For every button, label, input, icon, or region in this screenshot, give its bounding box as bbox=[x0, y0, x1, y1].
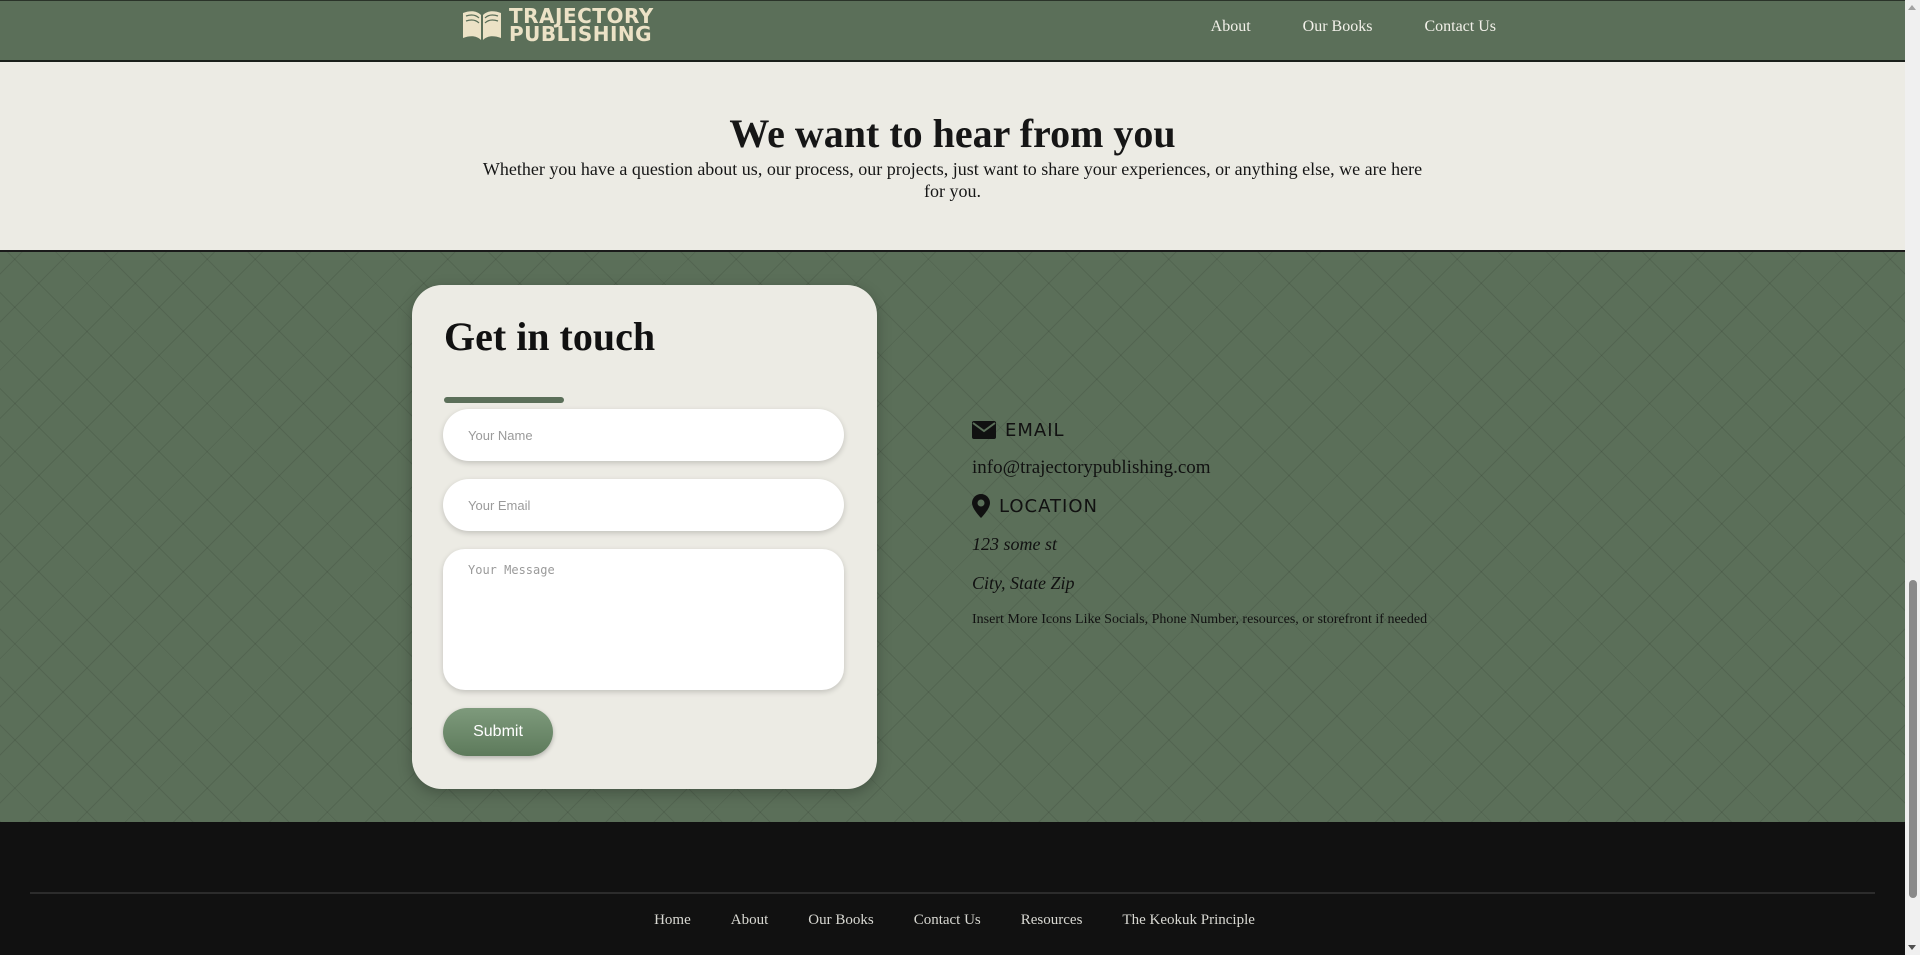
message-textarea[interactable] bbox=[443, 549, 844, 690]
location-label: LOCATION bbox=[999, 495, 1098, 517]
footer-link-resources[interactable]: Resources bbox=[1021, 912, 1083, 929]
email-label: EMAIL bbox=[1005, 419, 1065, 441]
scroll-up-arrow-icon[interactable] bbox=[1908, 5, 1916, 10]
contact-form-card: Get in touch Submit bbox=[412, 285, 877, 789]
email-field-wrapper bbox=[443, 479, 844, 531]
nav-link-our-books[interactable]: Our Books bbox=[1303, 18, 1373, 36]
email-heading: EMAIL bbox=[972, 416, 1427, 444]
footer-link-contact-us[interactable]: Contact Us bbox=[914, 912, 981, 929]
contact-section: Get in touch Submit EMAIL info@trajector… bbox=[0, 252, 1905, 822]
nav-link-about[interactable]: About bbox=[1211, 18, 1251, 36]
title-underline bbox=[444, 397, 564, 403]
page-scrollbar[interactable] bbox=[1905, 0, 1920, 955]
scroll-down-arrow-icon[interactable] bbox=[1908, 945, 1916, 950]
submit-button[interactable]: Submit bbox=[443, 708, 553, 756]
main-nav: About Our Books Contact Us bbox=[1211, 18, 1496, 36]
map-pin-icon bbox=[972, 494, 990, 518]
logo-text: TRAJECTORY PUBLISHING bbox=[509, 6, 654, 46]
scrollbar-thumb[interactable] bbox=[1909, 580, 1917, 898]
footer-nav: Home About Our Books Contact Us Resource… bbox=[0, 912, 1905, 929]
name-input[interactable] bbox=[443, 409, 844, 461]
location-heading: LOCATION bbox=[972, 492, 1427, 520]
page-title: We want to hear from you bbox=[729, 111, 1176, 156]
form-title: Get in touch bbox=[444, 314, 656, 359]
site-logo[interactable]: TRAJECTORY PUBLISHING bbox=[461, 6, 654, 46]
info-note: Insert More Icons Like Socials, Phone Nu… bbox=[972, 612, 1428, 627]
footer-link-our-books[interactable]: Our Books bbox=[808, 912, 873, 929]
contact-info: EMAIL info@trajectorypublishing.com LOCA… bbox=[972, 416, 1427, 628]
address-line-1: 123 some st bbox=[972, 534, 1057, 554]
email-address[interactable]: info@trajectorypublishing.com bbox=[972, 457, 1427, 479]
open-book-icon bbox=[463, 11, 501, 40]
nav-link-contact-us[interactable]: Contact Us bbox=[1424, 18, 1496, 36]
name-field-wrapper bbox=[443, 409, 844, 461]
top-navbar: TRAJECTORY PUBLISHING About Our Books Co… bbox=[0, 0, 1905, 62]
footer-link-about[interactable]: About bbox=[731, 912, 769, 929]
envelope-icon bbox=[972, 421, 996, 439]
footer-divider bbox=[30, 892, 1875, 894]
message-field-wrapper bbox=[443, 549, 844, 690]
logo-line-2: PUBLISHING bbox=[509, 22, 653, 46]
page-subtitle: Whether you have a question about us, ou… bbox=[482, 159, 1423, 201]
email-input[interactable] bbox=[443, 479, 844, 531]
footer-link-keokuk-principle[interactable]: The Keokuk Principle bbox=[1122, 912, 1254, 929]
hero-section: We want to hear from you Whether you hav… bbox=[0, 62, 1905, 252]
footer-link-home[interactable]: Home bbox=[654, 912, 691, 929]
site-footer: Home About Our Books Contact Us Resource… bbox=[0, 822, 1905, 955]
address-line-2: City, State Zip bbox=[972, 573, 1075, 593]
